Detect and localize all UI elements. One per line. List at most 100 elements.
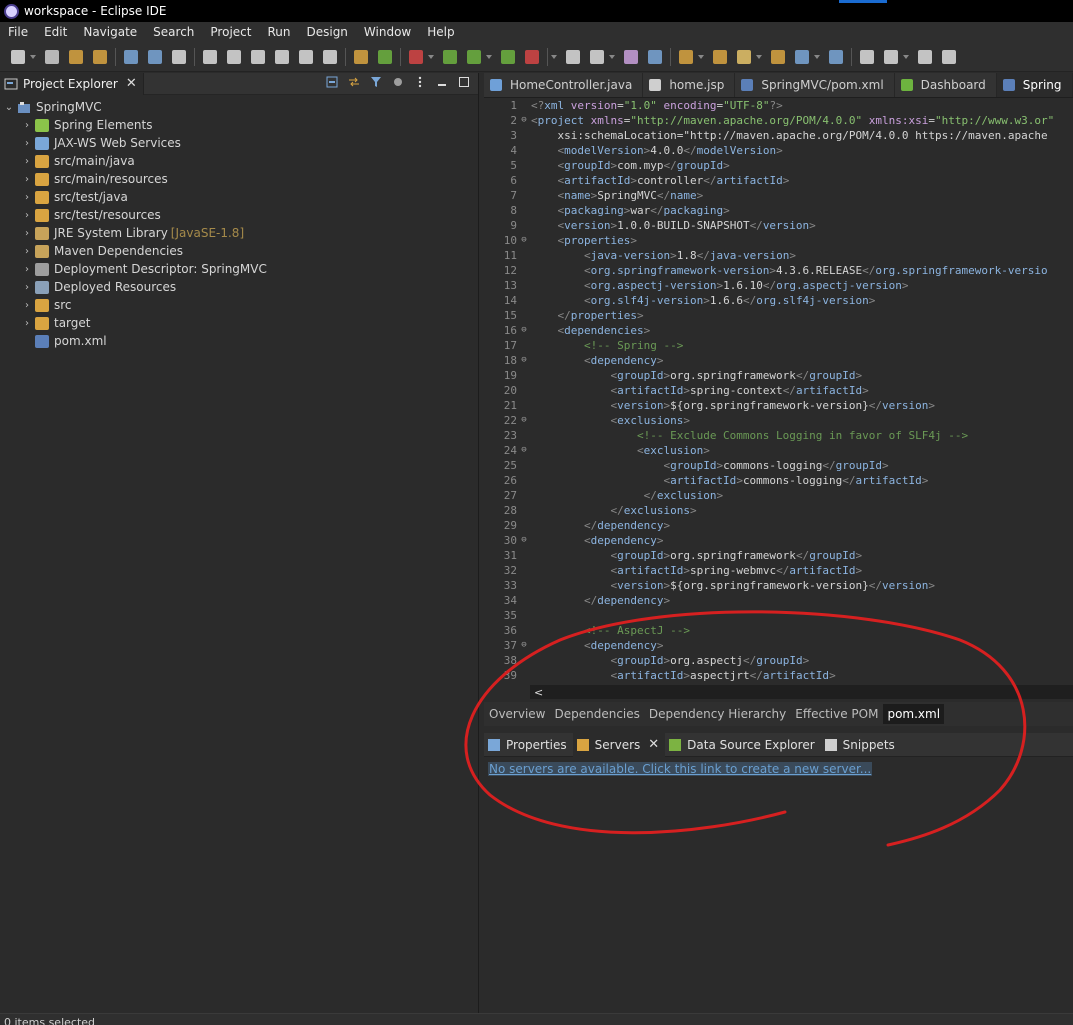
tree-item-src[interactable]: › src (0, 296, 478, 314)
toolbar-button-icon[interactable] (323, 49, 337, 64)
fold-toggle-icon[interactable]: ⊖ (519, 353, 529, 368)
toolbar-button-icon[interactable] (648, 49, 662, 64)
pom-tab-effective-pom[interactable]: Effective POM (791, 704, 882, 724)
fold-toggle-icon[interactable]: ⊖ (519, 533, 529, 548)
fold-toggle-icon[interactable]: ⊖ (519, 323, 529, 338)
toolbar-button-icon[interactable] (148, 49, 162, 64)
toolbar-button-icon[interactable] (590, 49, 604, 64)
toolbar-button-icon[interactable] (172, 49, 186, 64)
tree-item-src-main-resources[interactable]: › src/main/resources (0, 170, 478, 188)
tab-dashboard[interactable]: Dashboard (895, 73, 997, 97)
toolbar-button-icon[interactable] (227, 49, 241, 64)
tab-spring[interactable]: Spring (996, 73, 1073, 97)
tree-item-deployment-descriptor-springmvc[interactable]: › Deployment Descriptor: SpringMVC (0, 260, 478, 278)
toolbar-button-icon[interactable] (860, 49, 874, 64)
toolbar-button-icon[interactable] (251, 49, 265, 64)
chevron-right-icon[interactable]: › (22, 174, 32, 185)
toolbar-button-icon[interactable] (918, 49, 932, 64)
fold-toggle-icon[interactable]: ⊖ (519, 443, 529, 458)
toolbar-button-icon[interactable] (45, 49, 59, 64)
dropdown-arrow-icon[interactable] (30, 54, 36, 59)
tree-item-pom-xml[interactable]: pom.xml (0, 332, 478, 350)
toolbar-button-icon[interactable] (884, 49, 898, 64)
tree-item-src-test-java[interactable]: › src/test/java (0, 188, 478, 206)
fold-toggle-icon[interactable]: ⊖ (519, 638, 529, 653)
menu-run[interactable]: Run (259, 25, 298, 39)
dropdown-arrow-icon[interactable] (698, 54, 704, 59)
toolbar-button-icon[interactable] (378, 49, 392, 64)
menu-project[interactable]: Project (202, 25, 259, 39)
focus-icon[interactable] (392, 76, 404, 88)
scroll-left-icon[interactable]: < (534, 686, 543, 699)
view-menu-icon[interactable] (414, 76, 426, 88)
menu-window[interactable]: Window (356, 25, 419, 39)
chevron-right-icon[interactable]: › (22, 120, 32, 131)
chevron-right-icon[interactable]: › (22, 192, 32, 203)
link-editor-icon[interactable] (348, 76, 360, 88)
close-icon[interactable]: ✕ (648, 737, 659, 752)
chevron-right-icon[interactable]: › (22, 228, 32, 239)
tab-properties[interactable]: Properties (484, 733, 573, 757)
toolbar-button-icon[interactable] (275, 49, 289, 64)
tree-item-deployed-resources[interactable]: › Deployed Resources (0, 278, 478, 296)
pom-tab-dependencies[interactable]: Dependencies (551, 704, 644, 724)
toolbar-button-icon[interactable] (771, 49, 785, 64)
chevron-down-icon[interactable]: ⌄ (4, 102, 14, 113)
collapse-all-icon[interactable] (326, 76, 338, 88)
dropdown-arrow-icon[interactable] (609, 54, 615, 59)
toolbar-button-icon[interactable] (467, 49, 481, 64)
chevron-right-icon[interactable]: › (22, 210, 32, 221)
dropdown-arrow-icon[interactable] (903, 54, 909, 59)
chevron-right-icon[interactable]: › (22, 264, 32, 275)
pom-tab-pom-xml[interactable]: pom.xml (883, 704, 945, 724)
xml-editor[interactable]: 1 <?xml version="1.0" encoding="UTF-8"?> 2… (484, 98, 1073, 686)
toolbar-button-icon[interactable] (409, 49, 423, 64)
horizontal-scrollbar[interactable]: < (530, 685, 1073, 699)
tab-homecontroller-java[interactable]: HomeController.java (484, 73, 644, 97)
menu-navigate[interactable]: Navigate (75, 25, 145, 39)
dropdown-arrow-icon[interactable] (756, 54, 762, 59)
toolbar-button-icon[interactable] (69, 49, 83, 64)
toolbar-button-icon[interactable] (795, 49, 809, 64)
toolbar-button-icon[interactable] (737, 49, 751, 64)
maximize-icon[interactable] (458, 76, 470, 88)
chevron-right-icon[interactable]: › (22, 156, 32, 167)
toolbar-button-icon[interactable] (93, 49, 107, 64)
close-icon[interactable]: ✕ (126, 76, 137, 91)
toolbar-button-icon[interactable] (829, 49, 843, 64)
tree-item-jre-system-library[interactable]: › JRE System Library [JavaSE-1.8] (0, 224, 478, 242)
dropdown-arrow-icon[interactable] (551, 54, 557, 59)
fold-toggle-icon[interactable]: ⊖ (519, 233, 529, 248)
dropdown-arrow-icon[interactable] (486, 54, 492, 59)
chevron-right-icon[interactable]: › (22, 318, 32, 329)
tab-snippets[interactable]: Snippets (821, 733, 901, 757)
toolbar-button-icon[interactable] (624, 49, 638, 64)
tree-item-spring-elements[interactable]: › Spring Elements (0, 116, 478, 134)
menu-help[interactable]: Help (419, 25, 462, 39)
toolbar-button-icon[interactable] (525, 49, 539, 64)
toolbar-button-icon[interactable] (566, 49, 580, 64)
tree-item-maven-dependencies[interactable]: › Maven Dependencies (0, 242, 478, 260)
toolbar-button-icon[interactable] (203, 49, 217, 64)
chevron-right-icon[interactable]: › (22, 300, 32, 311)
tree-item-target[interactable]: › target (0, 314, 478, 332)
tree-item-springmvc[interactable]: ⌄ SpringMVC (0, 98, 478, 116)
menu-edit[interactable]: Edit (36, 25, 75, 39)
tree-item-src-test-resources[interactable]: › src/test/resources (0, 206, 478, 224)
toolbar-button-icon[interactable] (443, 49, 457, 64)
tab-servers[interactable]: Servers ✕ (572, 732, 666, 757)
menu-search[interactable]: Search (145, 25, 202, 39)
tab-project-explorer[interactable]: Project Explorer ✕ (0, 72, 144, 95)
fold-toggle-icon[interactable]: ⊖ (519, 113, 529, 128)
dropdown-arrow-icon[interactable] (814, 54, 820, 59)
tab-home-jsp[interactable]: home.jsp (643, 73, 736, 97)
tab-data-source-explorer[interactable]: Data Source Explorer (665, 733, 820, 757)
menu-design[interactable]: Design (298, 25, 355, 39)
filter-icon[interactable] (370, 76, 382, 88)
toolbar-button-icon[interactable] (11, 49, 25, 64)
tree-item-jax-ws-web-services[interactable]: › JAX-WS Web Services (0, 134, 478, 152)
fold-toggle-icon[interactable]: ⊖ (519, 413, 529, 428)
toolbar-button-icon[interactable] (713, 49, 727, 64)
toolbar-button-icon[interactable] (299, 49, 313, 64)
pom-tab-dependency-hierarchy[interactable]: Dependency Hierarchy (645, 704, 790, 724)
